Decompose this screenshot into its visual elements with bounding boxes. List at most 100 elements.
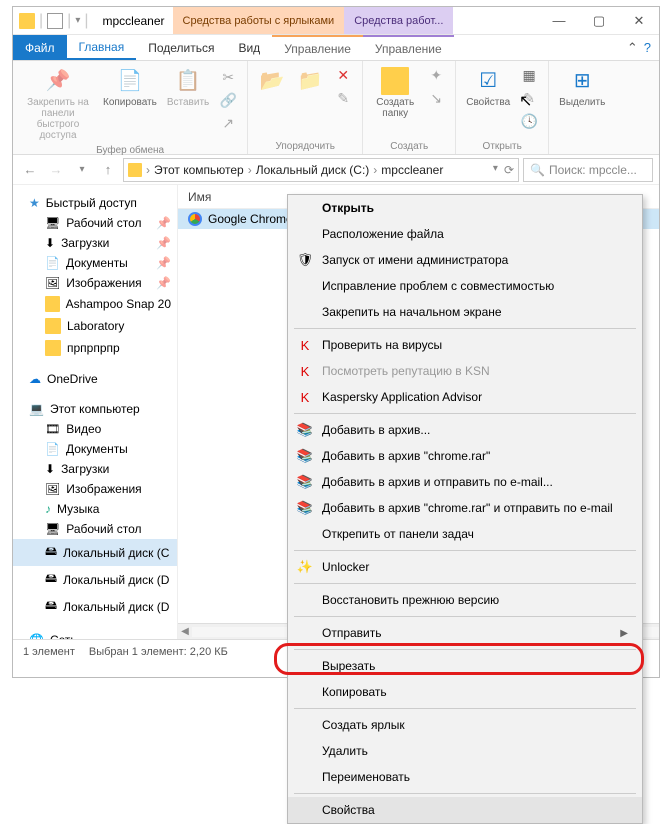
tab-file[interactable]: Файл [13,35,67,60]
sidebar-item-desktop2[interactable]: 🖥Рабочий стол [13,519,177,539]
menu-delete[interactable]: Удалить [288,738,642,764]
ribbon: 📌Закрепить на панели быстрого доступа 📄К… [13,61,659,155]
crumb-drive[interactable]: Локальный диск (C:) [256,163,370,177]
menu-open[interactable]: Открыть [288,195,642,221]
back-button[interactable]: ← [19,159,41,181]
menu-add-archive[interactable]: 📚Добавить в архив... [288,417,642,443]
close-button[interactable]: ✕ [619,7,659,35]
minimize-button[interactable]: — [539,7,579,35]
menu-runas[interactable]: 🛡Запуск от имени администратора [288,247,642,273]
help-icon[interactable]: ? [644,40,651,55]
tab-view[interactable]: Вид [226,35,272,60]
sidebar-item-quick[interactable]: ★Быстрый доступ [13,193,177,213]
menu-shortcut[interactable]: Создать ярлык [288,712,642,738]
sidebar-item-laboratory[interactable]: Laboratory [13,315,177,337]
sidebar-item-music[interactable]: ♪Музыка [13,499,177,519]
menu-sendto[interactable]: Отправить▶ [288,620,642,646]
menu-cut[interactable]: Вырезать [288,653,642,679]
refresh-icon[interactable]: ⟳ [504,163,514,177]
menu-arch-mail[interactable]: 📚Добавить в архив и отправить по e-mail.… [288,469,642,495]
label: Создать ярлык [322,718,405,732]
menu-restore[interactable]: Восстановить прежнюю версию [288,587,642,613]
sidebar-item-pr[interactable]: прпрпрпр [13,337,177,359]
checkbox-icon[interactable] [47,13,63,29]
sidebar-item-desktop[interactable]: 🖥Рабочий стол📌 [13,213,177,233]
label: Добавить в архив... [322,423,430,437]
tab-home[interactable]: Главная [67,35,137,60]
select-button[interactable]: ⊞Выделить [555,65,609,110]
sidebar-item-documents[interactable]: 📄Документы📌 [13,253,177,273]
sidebar-item-network[interactable]: 🌐Сеть [13,630,177,639]
move-button[interactable]: 📂 [254,65,290,97]
sidebar-item-thispc[interactable]: 💻Этот компьютер [13,399,177,419]
menu-properties[interactable]: Свойства [288,797,642,823]
group-open: ☑Свойства ▦ ✎ 🕓 Открыть [456,61,549,154]
menu-ksn[interactable]: KПосмотреть репутацию в KSN [288,358,642,384]
sidebar-item-documents2[interactable]: 📄Документы [13,439,177,459]
sidebar-item-cdrive[interactable]: 🖴Локальный диск (C [13,539,177,566]
sidebar-item-downloads[interactable]: ⬇Загрузки📌 [13,233,177,253]
copy-button[interactable]: 📄Копировать [99,65,161,110]
sidebar-item-ashampoo[interactable]: Ashampoo Snap 20 [13,293,177,315]
edit-small-button[interactable]: ✎ [516,88,542,110]
new-item-button[interactable]: ✦ [423,65,449,87]
tab-share[interactable]: Поделиться [136,35,226,60]
menu-rename[interactable]: Переименовать [288,764,642,790]
navigation-pane[interactable]: ★Быстрый доступ 🖥Рабочий стол📌 ⬇Загрузки… [13,185,178,639]
sidebar-item-pictures[interactable]: 🖼Изображения📌 [13,273,177,293]
qat-dropdown-icon[interactable]: ▾ [75,15,80,26]
menu-rar-mail[interactable]: 📚Добавить в архив "chrome.rar" и отправи… [288,495,642,521]
sidebar-item-videos[interactable]: 🎞Видео [13,419,177,439]
menu-virus[interactable]: KПроверить на вирусы [288,332,642,358]
chevron-right-icon[interactable]: › [146,163,150,177]
properties-button[interactable]: ☑Свойства [462,65,514,110]
context-tab-shortcut[interactable]: Средства работы с ярлыками [173,7,345,34]
search-input[interactable]: 🔍 Поиск: mpccle... [523,158,653,182]
copy-to-button[interactable]: 📁 [292,65,328,97]
sidebar-item-downloads2[interactable]: ⬇Загрузки [13,459,177,479]
breadcrumb[interactable]: › Этот компьютер › Локальный диск (C:) ›… [123,158,519,182]
ribbon-collapse-icon[interactable]: ⌃ [627,40,638,56]
copypath-button[interactable]: 🔗 [215,90,241,112]
menu-unlocker[interactable]: ✨Unlocker [288,554,642,580]
sidebar-item-pictures2[interactable]: 🖼Изображения [13,479,177,499]
sidebar-item-ddrive2[interactable]: 🖴Локальный диск (D [13,593,177,620]
history-icon: 🕓 [520,113,538,131]
sidebar-item-ddrive[interactable]: 🖴Локальный диск (D [13,566,177,593]
crumb-folder[interactable]: mpccleaner [381,163,443,177]
cut-small-button[interactable]: ✂ [215,67,241,89]
sidebar-item-onedrive[interactable]: ☁OneDrive [13,369,177,389]
maximize-button[interactable]: ▢ [579,7,619,35]
videos-icon: 🎞 [45,422,60,436]
label: Локальный диск (D [63,600,169,614]
desktop-icon: 🖥 [45,216,60,230]
menu-unpin-tb[interactable]: Открепить от панели задач [288,521,642,547]
crumb-pc[interactable]: Этот компьютер [154,163,244,177]
menu-compat[interactable]: Исправление проблем с совместимостью [288,273,642,299]
chevron-right-icon[interactable]: › [248,163,252,177]
forward-button[interactable]: → [45,159,67,181]
menu-pin-start[interactable]: Закрепить на начальном экране [288,299,642,325]
history-small-button[interactable]: 🕓 [516,111,542,133]
open-small-button[interactable]: ▦ [516,65,542,87]
tab-manage-2[interactable]: Управление [363,35,454,60]
pictures-icon: 🖼 [45,276,60,290]
chevron-right-icon[interactable]: › [373,163,377,177]
tab-manage-1[interactable]: Управление [272,35,363,60]
scroll-left-icon[interactable]: ◀ [178,626,192,637]
menu-advisor[interactable]: KKaspersky Application Advisor [288,384,642,410]
menu-add-rar[interactable]: 📚Добавить в архив "chrome.rar" [288,443,642,469]
label: Документы [66,442,128,456]
easy-access-button[interactable]: ↘ [423,88,449,110]
context-tab-app[interactable]: Средства работ... [344,7,453,34]
delete-small-button[interactable]: ✕ [330,65,356,87]
paste-shortcut-button[interactable]: ↗ [215,113,241,135]
rename-small-button[interactable]: ✎ [330,88,356,110]
recent-button[interactable]: ▾ [71,159,93,181]
new-folder-button[interactable]: Создать папку [369,65,421,121]
up-button[interactable]: ↑ [97,159,119,181]
pin-button[interactable]: 📌Закрепить на панели быстрого доступа [19,65,97,143]
paste-button[interactable]: 📋Вставить [163,65,213,110]
menu-location[interactable]: Расположение файла [288,221,642,247]
addr-dropdown-icon[interactable]: ▾ [493,163,498,177]
